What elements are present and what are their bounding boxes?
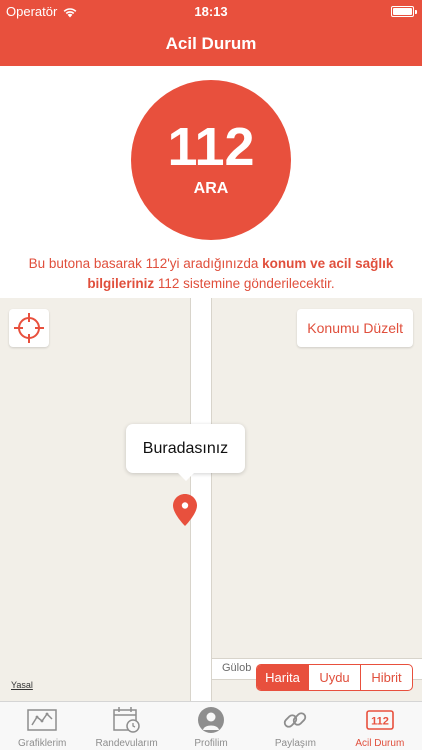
tab-share[interactable]: Paylaşım: [253, 702, 337, 750]
map-type-hybrid[interactable]: Hibrit: [360, 665, 412, 690]
tab-label: Profilim: [194, 738, 228, 749]
tab-appointments[interactable]: Randevularım: [84, 702, 168, 750]
info-text: Bu butona basarak 112'yi aradığınızda ko…: [10, 254, 412, 294]
call-label: ARA: [193, 180, 229, 197]
info-text-part2: 112 sistemine gönderilecektir.: [154, 276, 335, 291]
calendar-icon: [112, 707, 140, 733]
tab-profile[interactable]: Profilim: [169, 702, 253, 750]
tab-label: Randevularım: [95, 738, 158, 749]
svg-text:112: 112: [371, 716, 389, 728]
profile-icon: [198, 707, 225, 733]
tab-label: Acil Durum: [355, 738, 405, 749]
crosshair-icon: [14, 313, 44, 343]
112-icon: 112: [366, 710, 394, 730]
battery-icon: [391, 6, 417, 17]
map-type-satellite[interactable]: Uydu: [308, 665, 360, 690]
nav-title: Acil Durum: [0, 22, 422, 66]
locate-button[interactable]: [9, 309, 49, 347]
callout-text: Buradasınız: [142, 440, 229, 457]
fix-location-button[interactable]: Konumu Düzelt: [297, 309, 413, 347]
tab-emergency[interactable]: 112 Acil Durum: [338, 702, 422, 750]
tab-graphs[interactable]: Grafiklerim: [0, 702, 84, 750]
link-icon: [284, 712, 307, 728]
map-type-standard[interactable]: Harita: [257, 665, 308, 690]
tab-label: Paylaşım: [274, 738, 316, 749]
location-pin-icon[interactable]: [173, 494, 197, 526]
call-number: 112: [167, 117, 255, 177]
info-text-part1: Bu butona basarak 112'yi aradığınızda: [28, 256, 263, 271]
tab-bar: Grafiklerim Randevularım Profilim Paylaş…: [0, 701, 422, 750]
tab-label: Grafiklerim: [18, 738, 67, 749]
status-bar: Operatör 18:13: [0, 0, 422, 22]
chart-icon: [27, 709, 57, 731]
status-time: 18:13: [194, 4, 228, 19]
map-type-selector[interactable]: Harita Uydu Hibrit: [256, 664, 413, 691]
call-112-button[interactable]: 112 ARA: [131, 80, 291, 240]
location-callout: Buradasınız: [126, 424, 245, 481]
street-label: Gülob: [222, 662, 252, 674]
legal-link[interactable]: Yasal: [11, 680, 33, 690]
map-view[interactable]: Gülob Konumu Düzelt Buradasınız Yasal Ha…: [0, 298, 422, 701]
